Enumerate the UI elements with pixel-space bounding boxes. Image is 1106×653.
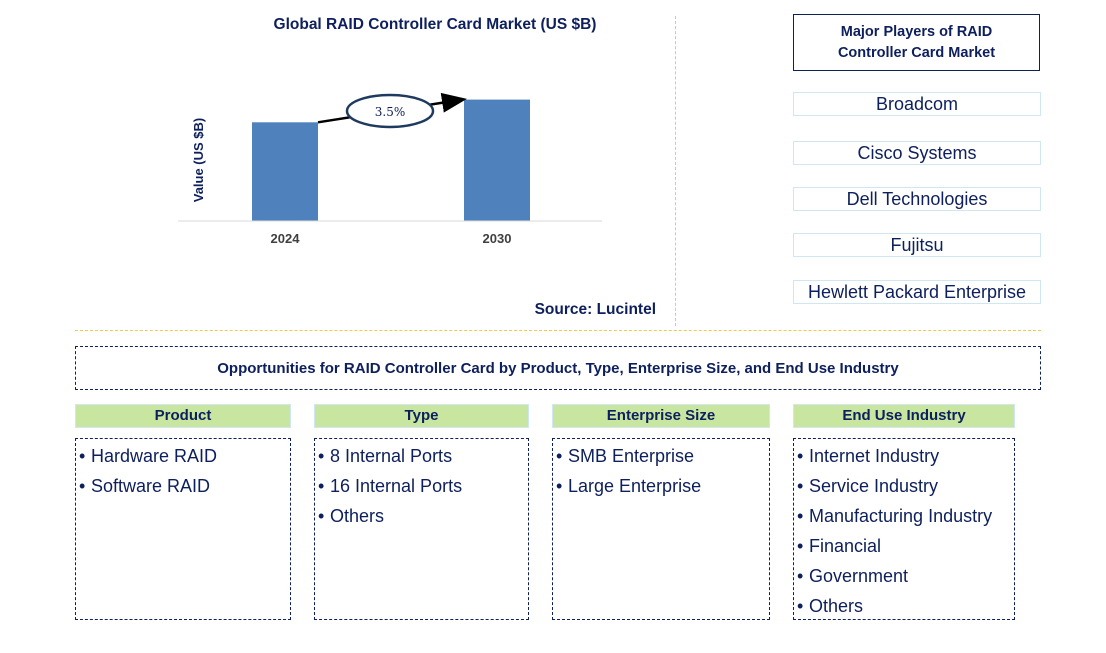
list-item: • Government: [794, 561, 1014, 591]
bullet-icon: •: [797, 446, 804, 466]
player-cisco-systems: Cisco Systems: [793, 141, 1041, 165]
player-dell-technologies: Dell Technologies: [793, 187, 1041, 211]
vertical-divider: [675, 16, 676, 326]
list-item: • Hardware RAID: [76, 441, 290, 471]
bullet-icon: •: [556, 476, 563, 496]
bullet-icon: •: [556, 446, 563, 466]
bullet-icon: •: [79, 446, 86, 466]
bullet-icon: •: [797, 536, 804, 556]
bullet-icon: •: [797, 596, 804, 616]
player-fujitsu: Fujitsu: [793, 233, 1041, 257]
category-list-enterprise-size: • SMB Enterprise • Large Enterprise: [552, 438, 770, 620]
list-item-text: 8 Internal Ports: [330, 446, 453, 466]
list-item-text: Financial: [809, 536, 882, 556]
list-item: • Service Industry: [794, 471, 1014, 501]
bar-2030: [464, 99, 530, 221]
bullet-icon: •: [318, 476, 325, 496]
list-item-text: Others: [809, 596, 864, 616]
category-list-end-use-industry: • Internet Industry • Service Industry • Manu…: [793, 438, 1015, 620]
list-item: • 16 Internal Ports: [315, 471, 528, 501]
list-item-text: Manufacturing Industry: [809, 506, 993, 526]
bullet-icon: •: [318, 446, 325, 466]
list-item-text: Hardware RAID: [91, 446, 218, 466]
list-item: • Others: [794, 591, 1014, 621]
chart-title: Global RAID Controller Card Market (US $…: [273, 16, 597, 33]
list-item: • Large Enterprise: [553, 471, 769, 501]
list-item: • Financial: [794, 531, 1014, 561]
list-item: • 8 Internal Ports: [315, 441, 528, 471]
horizontal-divider: [75, 330, 1041, 331]
list-item: • Internet Industry: [794, 441, 1014, 471]
category-header-type: Type: [314, 404, 529, 428]
category-header-product: Product: [75, 404, 291, 428]
bar-2024: [252, 122, 318, 221]
list-item-text: Internet Industry: [809, 446, 940, 466]
bullet-icon: •: [79, 476, 86, 496]
bar-chart: Value (US $B) 2024 2030 3.5%: [178, 92, 602, 246]
bullet-icon: •: [797, 476, 804, 496]
list-item-text: 16 Internal Ports: [330, 476, 463, 496]
opportunities-title: Opportunities for RAID Controller Card b…: [75, 346, 1041, 390]
category-header-end-use-industry: End Use Industry: [793, 404, 1015, 428]
x-tick-label: 2024: [271, 231, 301, 246]
list-item-text: Others: [330, 506, 385, 526]
y-axis-label: Value (US $B): [191, 118, 206, 203]
x-tick-label: 2030: [483, 231, 512, 246]
major-players-title: Major Players of RAID Controller Card Ma…: [793, 14, 1040, 71]
list-item: • SMB Enterprise: [553, 441, 769, 471]
cagr-label: 3.5%: [375, 105, 406, 119]
category-list-type: • 8 Internal Ports • 16 Internal Ports • Othe…: [314, 438, 529, 620]
list-item: • Manufacturing Industry: [794, 501, 1014, 531]
bullet-icon: •: [318, 506, 325, 526]
player-broadcom: Broadcom: [793, 92, 1041, 116]
category-header-enterprise-size: Enterprise Size: [552, 404, 770, 428]
bullet-icon: •: [797, 566, 804, 586]
list-item: • Others: [315, 501, 528, 531]
list-item-text: SMB Enterprise: [568, 446, 695, 466]
list-item-text: Large Enterprise: [568, 476, 702, 496]
list-item: • Software RAID: [76, 471, 290, 501]
category-list-product: • Hardware RAID • Software RAID: [75, 438, 291, 620]
list-item-text: Software RAID: [91, 476, 211, 496]
bullet-icon: •: [797, 506, 804, 526]
opportunities-title-text: Opportunities for RAID Controller Card b…: [217, 359, 899, 377]
player-hewlett-packard-enterprise: Hewlett Packard Enterprise: [793, 280, 1041, 304]
source-label: Source: Lucintel: [534, 301, 656, 318]
list-item-text: Government: [809, 566, 909, 586]
list-item-text: Service Industry: [809, 476, 939, 496]
major-players-title-text: Major Players of RAID Controller Card Ma…: [837, 23, 996, 61]
